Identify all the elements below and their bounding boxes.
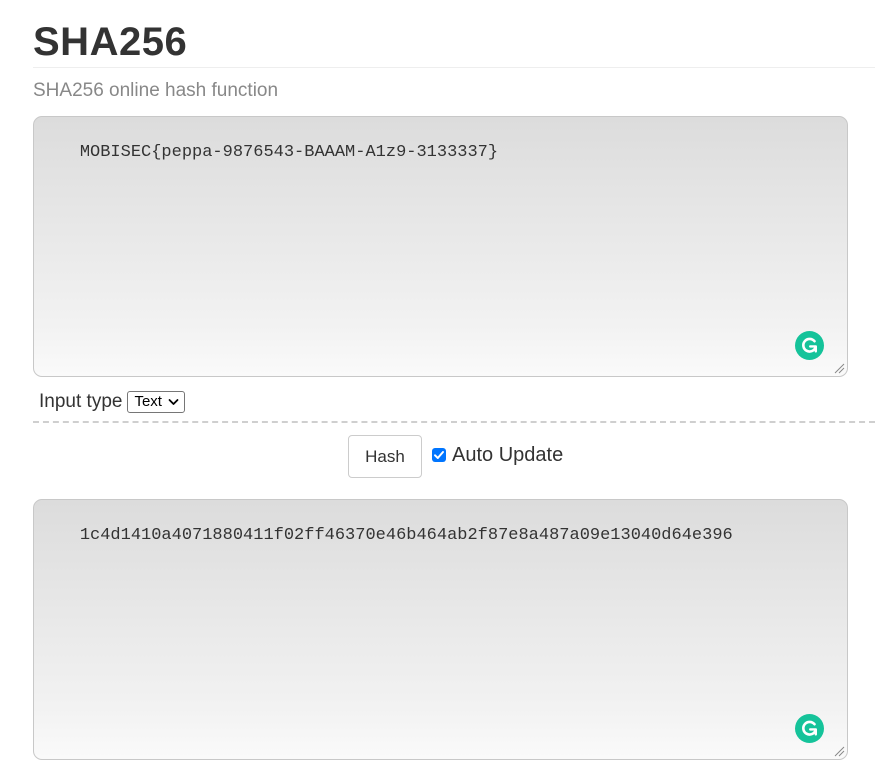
auto-update-checkbox[interactable] — [432, 448, 446, 462]
section-divider — [33, 421, 875, 423]
input-type-row: Input type Text — [39, 389, 185, 415]
hash-button[interactable]: Hash — [348, 435, 422, 478]
auto-update-toggle[interactable]: Auto Update — [432, 444, 563, 466]
grammarly-icon[interactable] — [795, 714, 824, 743]
chevron-down-icon — [168, 399, 179, 405]
grammarly-icon[interactable] — [795, 331, 824, 360]
page-title: SHA256 — [33, 20, 188, 64]
input-text: MOBISEC{peppa-9876543-BAAAM-A1z9-3133337… — [79, 143, 499, 162]
page-subtitle: SHA256 online hash function — [33, 80, 279, 101]
input-type-label: Input type — [39, 391, 123, 412]
output-textarea[interactable]: 1c4d1410a4071880411f02ff46370e46b464ab2f… — [33, 499, 848, 760]
resize-handle-icon[interactable] — [834, 746, 845, 757]
auto-update-label: Auto Update — [452, 443, 564, 466]
check-icon — [434, 451, 444, 459]
input-type-selected: Text — [134, 393, 162, 410]
title-divider — [33, 67, 875, 68]
page: SHA256 SHA256 online hash function MOBIS… — [0, 0, 875, 766]
input-type-select[interactable]: Text — [127, 391, 185, 413]
resize-handle-icon[interactable] — [834, 363, 845, 374]
output-text: 1c4d1410a4071880411f02ff46370e46b464ab2f… — [79, 526, 733, 545]
input-textarea[interactable]: MOBISEC{peppa-9876543-BAAAM-A1z9-3133337… — [33, 116, 848, 377]
